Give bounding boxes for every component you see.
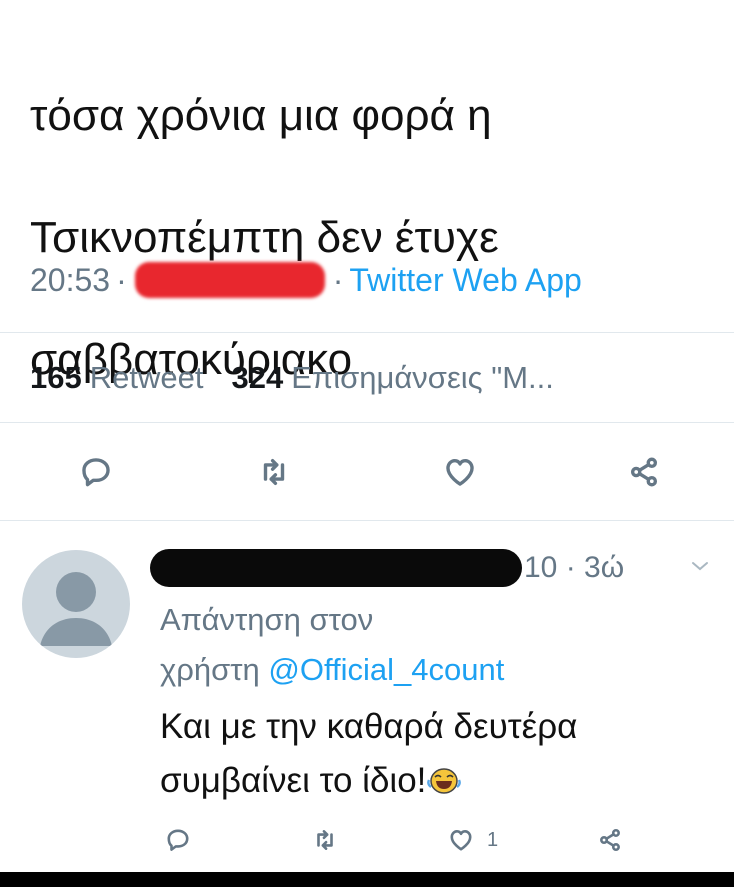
tweet-text-line: τόσα χρόνια μια φορά η <box>30 91 492 140</box>
reply-like-button[interactable]: 1 <box>447 822 527 858</box>
reply-like-count: 1 <box>487 828 499 851</box>
reply-header: 10 · 3ώ <box>150 546 624 590</box>
redacted-username <box>150 549 522 587</box>
tweet-time[interactable]: 20:53 <box>30 262 110 299</box>
retweet-icon <box>317 830 333 850</box>
divider <box>0 332 734 333</box>
heart-icon <box>446 458 474 486</box>
like-button[interactable] <box>436 450 484 494</box>
more-options-button[interactable] <box>688 556 712 576</box>
default-avatar-icon <box>40 572 112 646</box>
reply-context-line: Απάντηση στον <box>160 602 374 637</box>
share-button[interactable] <box>620 450 668 494</box>
reply-context-line: χρήστη @Official_4count <box>160 645 700 695</box>
meta-separator: · <box>332 261 344 298</box>
meta-separator: · <box>116 261 127 298</box>
retweet-icon <box>263 458 285 486</box>
like-label[interactable]: Επισημάνσεις "Μ... <box>291 360 554 396</box>
retweet-label[interactable]: Retweet <box>90 360 204 396</box>
reply-share-button[interactable] <box>592 822 628 858</box>
reply-text: Και με την καθαρά δευτέρα συμβαίνει το ί… <box>160 700 700 808</box>
reply-time[interactable]: 10 · 3ώ <box>524 551 624 585</box>
reply-icon <box>167 829 189 851</box>
redacted-date <box>134 262 325 298</box>
reply-text-line: συμβαίνει το ίδιο! <box>160 754 700 808</box>
reply-button[interactable] <box>72 450 120 494</box>
reply-text-line2: συμβαίνει το ίδιο! <box>160 761 427 800</box>
retweet-button[interactable] <box>250 450 298 494</box>
reply-retweet-button[interactable] <box>305 822 345 858</box>
divider <box>0 422 734 423</box>
retweet-count[interactable]: 165 <box>30 360 82 396</box>
reply-text-line: Και με την καθαρά δευτέρα <box>160 707 578 746</box>
share-icon <box>630 457 658 487</box>
mention-link[interactable]: @Official_4count <box>268 652 504 687</box>
chevron-down-icon <box>692 562 708 571</box>
reply-context: Απάντηση στον χρήστη @Official_4count <box>160 595 700 695</box>
tweet-source-link[interactable]: Twitter Web App <box>349 262 581 299</box>
tweet-meta: 20:53 · · Twitter Web App <box>30 258 582 302</box>
like-count[interactable]: 324 <box>231 360 283 396</box>
reply-reply-button[interactable] <box>160 822 196 858</box>
reply-context-prefix: χρήστη <box>160 652 269 687</box>
reply-avatar[interactable] <box>22 550 130 658</box>
tweet-stats: 165 Retweet 324 Επισημάνσεις "Μ... <box>30 355 554 401</box>
reply-icon <box>82 458 110 487</box>
bottom-border <box>0 872 734 887</box>
heart-icon <box>450 830 472 851</box>
laughing-emoji-icon <box>427 768 462 794</box>
share-icon <box>600 828 620 852</box>
divider <box>0 520 734 521</box>
